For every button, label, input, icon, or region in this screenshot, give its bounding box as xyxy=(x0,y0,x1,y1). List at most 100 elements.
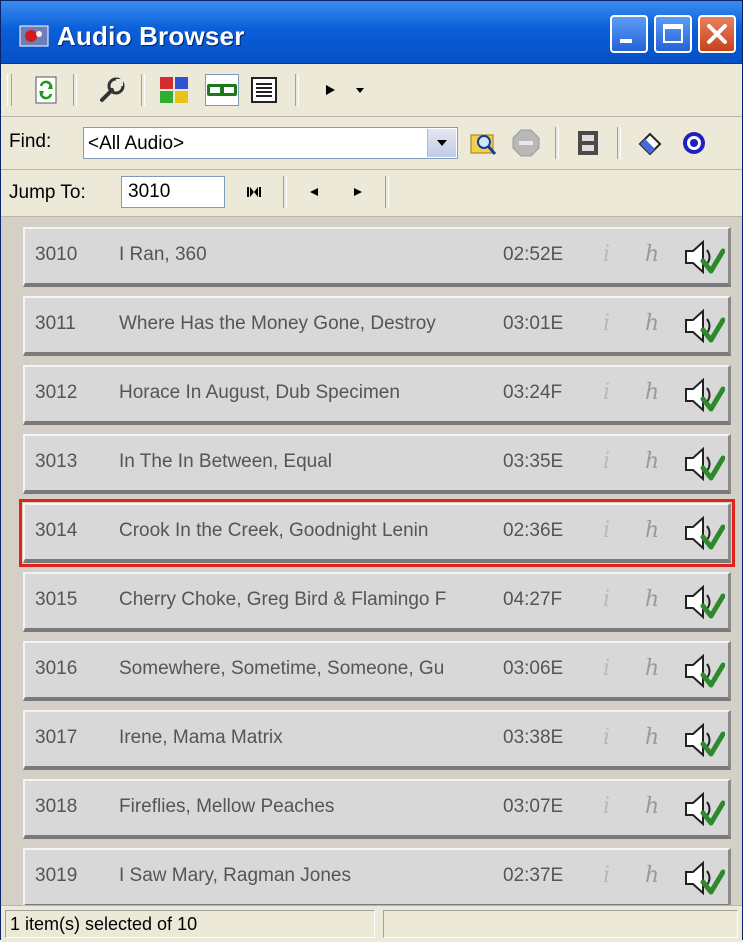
info-icon[interactable]: i xyxy=(603,863,621,888)
play-dropdown-button[interactable] xyxy=(349,74,371,106)
play-audio-button[interactable] xyxy=(683,446,726,484)
play-audio-button[interactable] xyxy=(683,515,726,553)
info-icon[interactable]: i xyxy=(603,725,621,750)
play-audio-button[interactable] xyxy=(683,377,726,415)
play-audio-button[interactable] xyxy=(683,308,726,346)
wrench-icon xyxy=(100,77,125,102)
info-icon[interactable]: i xyxy=(603,449,621,474)
refresh-button[interactable] xyxy=(29,74,63,106)
status-bar: 1 item(s) selected of 10 xyxy=(1,905,742,942)
jump-icon xyxy=(247,187,261,197)
history-icon[interactable]: h xyxy=(645,863,663,888)
history-icon[interactable]: h xyxy=(645,794,663,819)
maximize-button[interactable] xyxy=(654,15,692,53)
list-item[interactable]: 3014 Crook In the Creek, Goodnight Lenin 0… xyxy=(19,499,735,567)
search-folder-icon xyxy=(470,134,497,155)
info-icon[interactable]: i xyxy=(603,656,621,681)
play-audio-button[interactable] xyxy=(683,584,726,622)
history-icon[interactable]: h xyxy=(645,242,663,267)
speaker-check-icon xyxy=(685,584,726,620)
item-duration: 03:35E xyxy=(503,451,564,472)
previous-button[interactable] xyxy=(297,176,331,208)
item-duration: 02:52E xyxy=(503,244,564,265)
info-icon[interactable]: i xyxy=(603,794,621,819)
minimize-button[interactable] xyxy=(610,15,648,53)
history-icon[interactable]: h xyxy=(645,380,663,405)
item-title: Fireflies, Mellow Peaches xyxy=(119,796,335,817)
disc-button[interactable] xyxy=(677,127,711,159)
item-number: 3014 xyxy=(35,520,78,541)
info-icon[interactable]: i xyxy=(603,587,621,612)
item-title: I Ran, 360 xyxy=(119,244,207,265)
find-dropdown-button[interactable] xyxy=(427,129,456,157)
play-audio-button[interactable] xyxy=(683,722,726,760)
jump-go-button[interactable] xyxy=(237,176,271,208)
list-item[interactable]: 3019 I Saw Mary, Ragman Jones 02:37E i h xyxy=(23,848,731,908)
item-duration: 03:38E xyxy=(503,727,564,748)
color-view-button[interactable] xyxy=(157,74,191,106)
eraser-button[interactable] xyxy=(633,127,667,159)
audio-list: 3010 I Ran, 360 02:52E i h 3011 Where Has the … xyxy=(1,217,742,908)
list-item[interactable]: 3011 Where Has the Money Gone, Destroy 03:… xyxy=(23,296,731,356)
maximize-icon xyxy=(663,24,683,43)
play-audio-button[interactable] xyxy=(683,653,726,691)
list-item[interactable]: 3018 Fireflies, Mellow Peaches 03:07E i h xyxy=(23,779,731,839)
item-number: 3016 xyxy=(35,658,78,679)
speaker-check-icon xyxy=(685,308,726,344)
item-title: Cherry Choke, Greg Bird & Flamingo F xyxy=(119,589,447,610)
find-combobox[interactable]: <All Audio> xyxy=(83,127,458,159)
list-item[interactable]: 3010 I Ran, 360 02:52E i h xyxy=(23,227,731,287)
speaker-check-icon xyxy=(685,722,726,758)
speaker-check-icon xyxy=(685,860,726,896)
list-item[interactable]: 3012 Horace In August, Dub Specimen 03:24F… xyxy=(23,365,731,425)
color-grid-icon xyxy=(160,77,188,103)
item-duration: 03:24F xyxy=(503,382,563,403)
play-audio-button[interactable] xyxy=(683,791,726,829)
main-toolbar xyxy=(1,64,742,117)
list-item[interactable]: 3013 In The In Between, Equal 03:35E i h xyxy=(23,434,731,494)
toolbar-separator xyxy=(555,127,559,159)
disc-icon xyxy=(683,132,705,154)
play-audio-button[interactable] xyxy=(683,860,726,898)
jump-to-input[interactable]: 3010 xyxy=(121,176,225,208)
timecode-view-button[interactable] xyxy=(205,74,239,106)
close-icon xyxy=(707,24,727,44)
item-number: 3015 xyxy=(35,589,78,610)
history-icon[interactable]: h xyxy=(645,725,663,750)
next-button[interactable] xyxy=(341,176,375,208)
info-icon[interactable]: i xyxy=(603,380,621,405)
next-icon xyxy=(354,188,362,196)
eraser-icon xyxy=(638,132,662,156)
window-title: Audio Browser xyxy=(57,21,245,51)
history-icon[interactable]: h xyxy=(645,587,663,612)
list-view-button[interactable] xyxy=(247,74,281,106)
toolbar-grip[interactable] xyxy=(7,74,12,106)
item-title: Crook In the Creek, Goodnight Lenin xyxy=(119,520,429,541)
title-bar[interactable]: Audio Browser xyxy=(1,1,742,64)
info-icon[interactable]: i xyxy=(603,518,621,543)
speaker-check-icon xyxy=(685,515,726,551)
search-button[interactable] xyxy=(467,127,501,159)
filmstrip-icon xyxy=(578,131,598,155)
history-icon[interactable]: h xyxy=(645,449,663,474)
speaker-check-icon xyxy=(685,653,726,689)
properties-button[interactable] xyxy=(95,74,129,106)
list-item[interactable]: 3017 Irene, Mama Matrix 03:38E i h xyxy=(23,710,731,770)
item-number: 3019 xyxy=(35,865,78,886)
list-item[interactable]: 3016 Somewhere, Sometime, Someone, Gu 03:0… xyxy=(23,641,731,701)
play-audio-button[interactable] xyxy=(683,239,726,277)
filmstrip-button[interactable] xyxy=(571,127,605,159)
list-item[interactable]: 3015 Cherry Choke, Greg Bird & Flamingo F… xyxy=(23,572,731,632)
toolbar-separator xyxy=(617,127,621,159)
close-button[interactable] xyxy=(698,15,736,53)
audio-browser-window: Audio Browser Find: <All Audio> Jump To:… xyxy=(0,0,743,942)
item-title: Somewhere, Sometime, Someone, Gu xyxy=(119,658,445,679)
info-icon[interactable]: i xyxy=(603,311,621,336)
history-icon[interactable]: h xyxy=(645,311,663,336)
history-icon[interactable]: h xyxy=(645,518,663,543)
info-icon[interactable]: i xyxy=(603,242,621,267)
app-icon xyxy=(19,25,49,47)
play-button[interactable] xyxy=(313,74,347,106)
history-icon[interactable]: h xyxy=(645,656,663,681)
item-title: Horace In August, Dub Specimen xyxy=(119,382,400,403)
